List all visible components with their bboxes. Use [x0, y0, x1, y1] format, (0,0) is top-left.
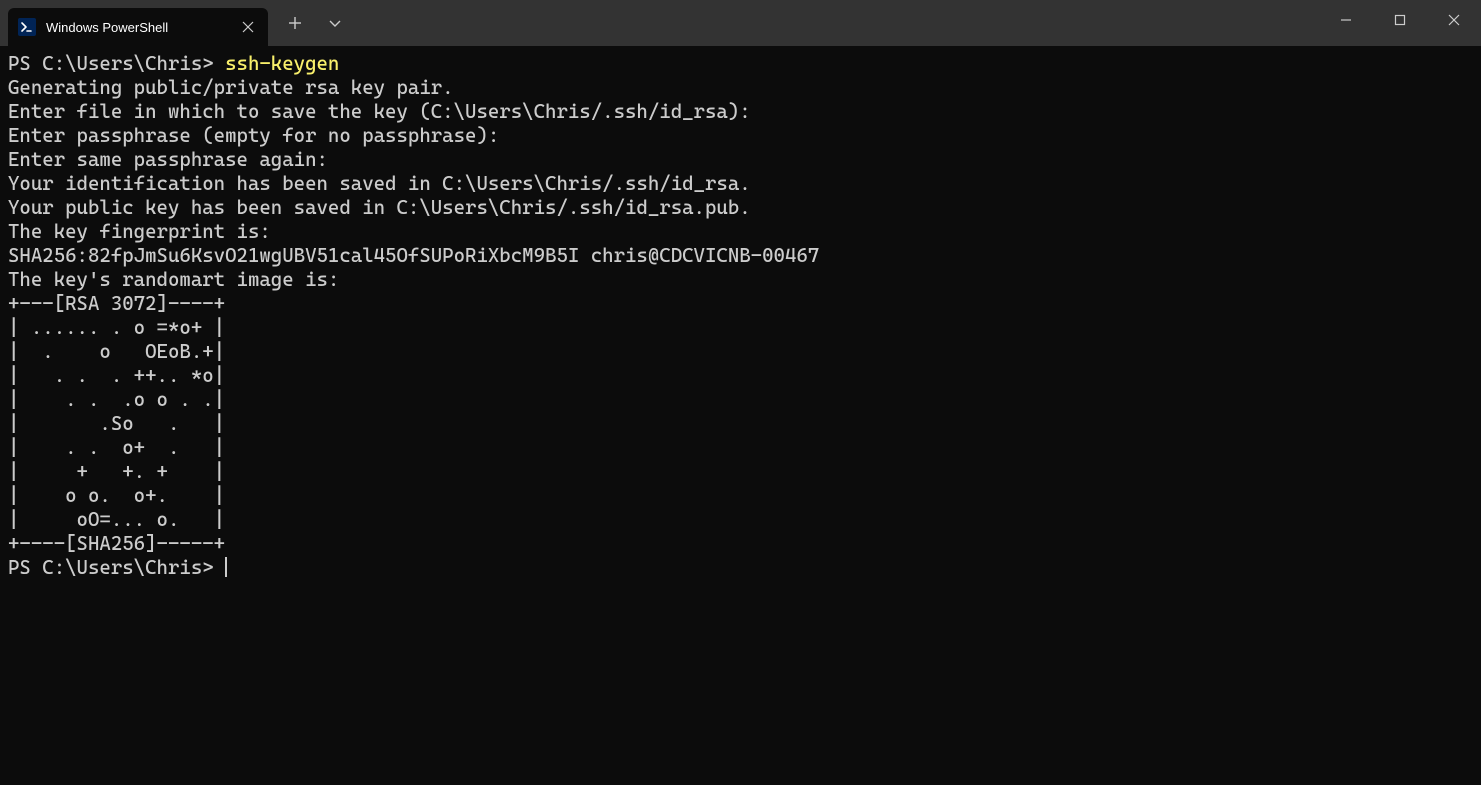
- window-controls: [1319, 0, 1481, 40]
- output-line: Enter same passphrase again:: [8, 148, 328, 171]
- output-line: Enter passphrase (empty for no passphras…: [8, 124, 499, 147]
- output-line: Your public key has been saved in C:\Use…: [8, 196, 751, 219]
- prompt: PS C:\Users\Chris>: [8, 556, 225, 579]
- terminal-area[interactable]: PS C:\Users\Chris> ssh-keygen Generating…: [0, 46, 1481, 785]
- close-icon: [1448, 14, 1460, 26]
- output-line: | + +. + |: [8, 460, 225, 483]
- titlebar: Windows PowerShell: [0, 0, 1481, 46]
- maximize-button[interactable]: [1373, 0, 1427, 40]
- output-line: Enter file in which to save the key (C:\…: [8, 100, 751, 123]
- tab-actions: [268, 0, 352, 46]
- minimize-icon: [1340, 14, 1352, 26]
- close-icon: [242, 21, 254, 33]
- new-tab-button[interactable]: [278, 6, 312, 40]
- output-line: The key's randomart image is:: [8, 268, 339, 291]
- output-line: | .So . |: [8, 412, 225, 435]
- output-line: Generating public/private rsa key pair.: [8, 76, 454, 99]
- powershell-icon: [18, 18, 36, 36]
- output-line: | . . .o o . .|: [8, 388, 225, 411]
- command-text: ssh-keygen: [225, 52, 339, 75]
- minimize-button[interactable]: [1319, 0, 1373, 40]
- tab-strip: Windows PowerShell: [0, 0, 352, 46]
- plus-icon: [288, 16, 302, 30]
- output-line: The key fingerprint is:: [8, 220, 271, 243]
- prompt: PS C:\Users\Chris>: [8, 52, 225, 75]
- chevron-down-icon: [328, 16, 342, 30]
- output-line: | o o. o+. |: [8, 484, 225, 507]
- output-line: | . o OEoB.+|: [8, 340, 225, 363]
- output-line: | . . o+ . |: [8, 436, 225, 459]
- tab-close-button[interactable]: [238, 17, 258, 37]
- close-window-button[interactable]: [1427, 0, 1481, 40]
- output-line: +---[RSA 3072]----+: [8, 292, 225, 315]
- tab-title: Windows PowerShell: [46, 20, 228, 35]
- tab-powershell[interactable]: Windows PowerShell: [8, 8, 268, 46]
- cursor: [225, 557, 227, 577]
- output-line: | ...... . o =*o+ |: [8, 316, 225, 339]
- output-line: SHA256:82fpJmSu6KsvO21wgUBV51cal45OfSUPo…: [8, 244, 819, 267]
- tab-dropdown-button[interactable]: [318, 6, 352, 40]
- output-line: +----[SHA256]-----+: [8, 532, 225, 555]
- output-line: | oO=... o. |: [8, 508, 225, 531]
- output-line: | . . . ++.. *o|: [8, 364, 225, 387]
- output-line: Your identification has been saved in C:…: [8, 172, 751, 195]
- maximize-icon: [1394, 14, 1406, 26]
